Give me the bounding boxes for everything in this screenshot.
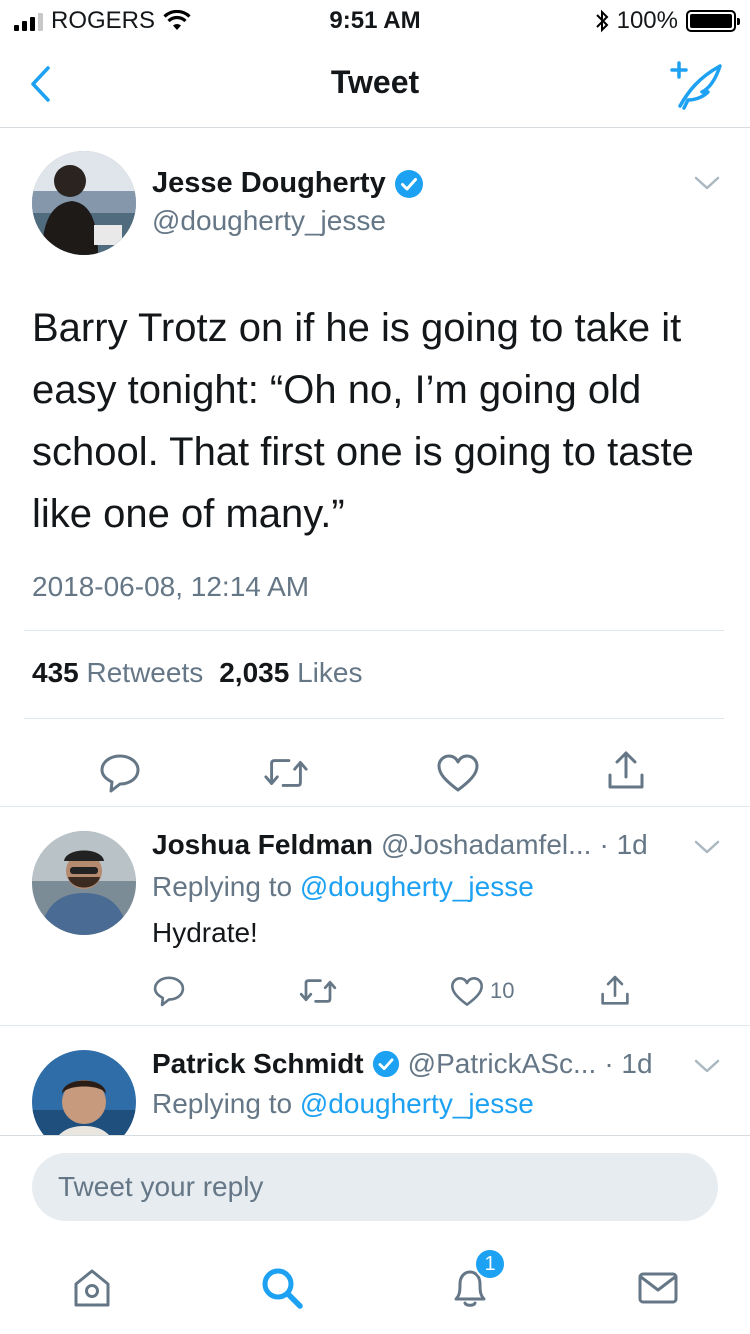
- replying-prefix: Replying to: [152, 871, 293, 902]
- reply-icon: [153, 976, 185, 1007]
- status-bar: ROGERS 9:51 AM 100%: [0, 0, 750, 40]
- tab-messages[interactable]: [628, 1258, 688, 1318]
- home-icon: [74, 1269, 110, 1307]
- reply-header: Joshua Feldman @Joshadamfel... · 1d: [152, 829, 648, 861]
- reply-options-button[interactable]: [694, 1058, 720, 1079]
- share-button[interactable]: [598, 971, 632, 1011]
- replying-to-link[interactable]: @dougherty_jesse: [300, 871, 534, 902]
- replying-to: Replying to @dougherty_jesse: [152, 871, 534, 903]
- retweet-icon: [264, 759, 308, 787]
- battery-percent: 100%: [616, 7, 678, 34]
- tweet-options-button[interactable]: [694, 175, 720, 196]
- retweet-icon: [299, 979, 337, 1003]
- notifications-badge: 1: [474, 1248, 506, 1280]
- verified-badge-icon: [372, 1050, 399, 1078]
- reply-options-button[interactable]: [694, 839, 720, 860]
- reply-author-handle[interactable]: @PatrickASc...: [408, 1048, 597, 1080]
- nav-bar: Tweet: [0, 40, 750, 128]
- reply-icon: [100, 754, 140, 793]
- retweet-button[interactable]: [262, 749, 310, 797]
- compose-tweet-button[interactable]: [666, 58, 726, 112]
- search-icon: [262, 1268, 303, 1309]
- tab-bar: 1: [0, 1236, 750, 1334]
- retweets-stat[interactable]: 435 Retweets: [32, 657, 203, 689]
- like-count: 10: [490, 978, 515, 1003]
- chevron-down-icon: [694, 840, 720, 854]
- share-icon: [608, 751, 644, 789]
- likes-count: 2,035: [219, 657, 290, 688]
- heart-icon: [451, 976, 483, 1006]
- tab-notifications[interactable]: 1: [440, 1248, 506, 1318]
- reply-actions: 10: [0, 971, 750, 1015]
- like-button[interactable]: 10: [450, 971, 514, 1011]
- heart-icon: [437, 754, 479, 792]
- retweets-label: Retweets: [86, 657, 204, 688]
- avatar-photo: [32, 831, 136, 935]
- verified-badge-icon: [394, 169, 423, 198]
- reply-text: Hydrate!: [152, 917, 258, 948]
- reply-tweet[interactable]: Patrick Schmidt @PatrickASc... · 1d Repl…: [0, 1025, 750, 1135]
- replying-to: Replying to @dougherty_jesse: [152, 1088, 534, 1120]
- reply-tweet[interactable]: Joshua Feldman @Joshadamfel... · 1d Repl…: [0, 806, 750, 1026]
- tab-home[interactable]: [62, 1258, 122, 1318]
- tweet-text: Barry Trotz on if he is going to take it…: [32, 306, 694, 536]
- reply-header: Patrick Schmidt @PatrickASc... · 1d: [152, 1048, 653, 1080]
- compose-tweet-icon: [670, 61, 722, 110]
- reply-time: · 1d: [604, 1048, 653, 1079]
- tweet-stats: 435 Retweets 2,035 Likes: [32, 657, 362, 689]
- avatar[interactable]: [32, 1050, 136, 1135]
- reply-author-name[interactable]: Patrick Schmidt: [152, 1048, 364, 1080]
- bluetooth-icon: [595, 9, 609, 33]
- reply-author-name[interactable]: Joshua Feldman: [152, 829, 373, 861]
- share-button[interactable]: [602, 747, 650, 795]
- chevron-down-icon: [694, 1059, 720, 1073]
- avatar[interactable]: [32, 831, 136, 935]
- reply-input[interactable]: [32, 1153, 718, 1221]
- reply-button[interactable]: [96, 749, 144, 797]
- author-handle[interactable]: @dougherty_jesse: [152, 205, 386, 237]
- likes-label: Likes: [297, 657, 363, 688]
- replying-prefix: Replying to: [152, 1088, 293, 1119]
- chevron-down-icon: [694, 176, 720, 190]
- avatar[interactable]: [32, 151, 136, 255]
- likes-stat[interactable]: 2,035 Likes: [219, 657, 362, 689]
- like-button[interactable]: [434, 749, 482, 797]
- share-icon: [601, 975, 629, 1005]
- reply-author-handle[interactable]: @Joshadamfel...: [381, 829, 592, 861]
- mail-icon: [638, 1272, 678, 1304]
- author-name-text: Jesse Dougherty: [152, 167, 386, 199]
- reply-button[interactable]: [152, 971, 186, 1011]
- divider: [24, 630, 724, 631]
- avatar-photo: [32, 1050, 136, 1135]
- retweet-button[interactable]: [298, 971, 338, 1011]
- reply-time: · 1d: [599, 829, 648, 860]
- page-title: Tweet: [330, 64, 420, 100]
- author-name[interactable]: Jesse Dougherty: [152, 167, 424, 200]
- reply-composer: [0, 1135, 750, 1235]
- avatar-photo: [32, 151, 136, 255]
- tweet-actions: [0, 741, 750, 805]
- status-right: 100%: [595, 7, 740, 35]
- replying-to-link[interactable]: @dougherty_jesse: [300, 1088, 534, 1119]
- retweets-count: 435: [32, 657, 79, 688]
- battery-icon: [686, 10, 740, 32]
- tweet-timestamp: 2018-06-08, 12:14 AM: [32, 571, 310, 602]
- divider: [24, 718, 724, 719]
- tab-search[interactable]: [252, 1258, 312, 1318]
